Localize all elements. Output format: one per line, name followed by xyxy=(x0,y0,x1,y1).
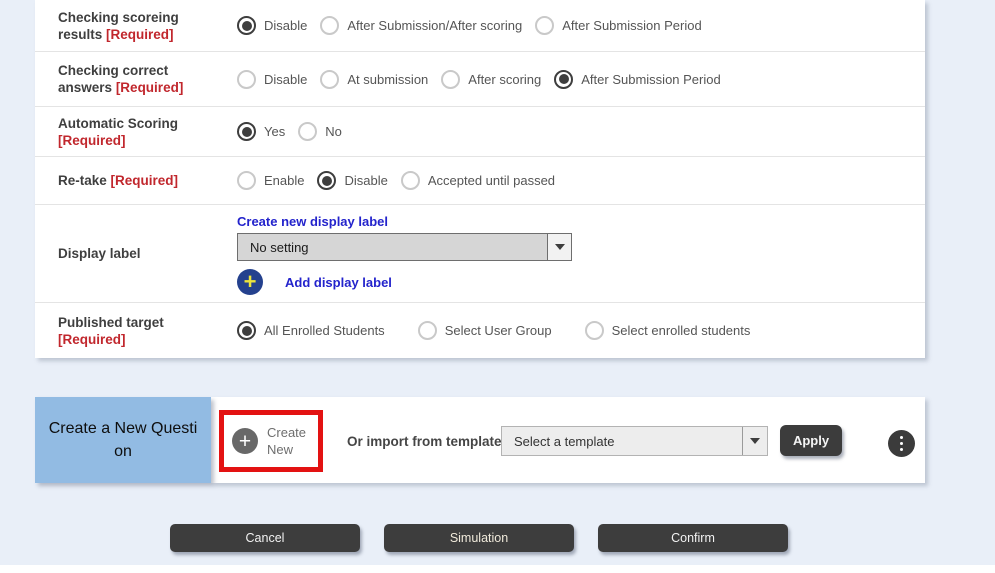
template-dropdown-arrow-button[interactable] xyxy=(742,427,767,455)
settings-form-panel: Checking scoreing results [Required] Dis… xyxy=(35,0,925,358)
simulation-button[interactable]: Simulation xyxy=(384,524,574,552)
radio-label: Select enrolled students xyxy=(612,323,751,338)
radio-option[interactable]: After Submission Period xyxy=(535,16,701,35)
radio-option[interactable]: No xyxy=(298,122,342,141)
radio-option[interactable]: After Submission Period xyxy=(554,70,720,89)
row-label: Display label xyxy=(35,205,237,302)
field-label: Re-take xyxy=(58,173,107,188)
add-display-label-button[interactable]: Add display label xyxy=(285,275,392,290)
bottom-white-strip xyxy=(0,565,995,573)
radio-option[interactable]: Disable xyxy=(237,70,307,89)
row-display-label: Display label Create new display label N… xyxy=(35,205,925,303)
radio-label: Yes xyxy=(264,124,285,139)
create-new-highlight-box: + Create New xyxy=(219,410,323,472)
radio-selected-icon xyxy=(554,70,573,89)
radio-label: After Submission Period xyxy=(562,18,701,33)
row-label: Published target [Required] xyxy=(35,303,237,358)
radio-option[interactable]: Disable xyxy=(317,171,387,190)
radio-label: All Enrolled Students xyxy=(264,323,385,338)
row-retake: Re-take [Required] Enable Disable Accept… xyxy=(35,157,925,205)
radio-option[interactable]: Enable xyxy=(237,171,304,190)
radio-icon xyxy=(320,16,339,35)
radio-label: Disable xyxy=(264,72,307,87)
radio-option[interactable]: At submission xyxy=(320,70,428,89)
radio-option[interactable]: Accepted until passed xyxy=(401,171,555,190)
row-published-target: Published target [Required] All Enrolled… xyxy=(35,303,925,358)
radio-label: At submission xyxy=(347,72,428,87)
required-badge: [Required] xyxy=(116,80,184,95)
template-dropdown-value: Select a template xyxy=(502,427,742,455)
add-plus-icon[interactable]: + xyxy=(237,269,263,295)
required-badge: [Required] xyxy=(111,173,179,188)
radio-icon xyxy=(298,122,317,141)
radio-option[interactable]: Disable xyxy=(237,16,307,35)
radio-selected-icon xyxy=(237,16,256,35)
create-new-display-label-link[interactable]: Create new display label xyxy=(237,214,388,229)
radio-option[interactable]: After scoring xyxy=(441,70,541,89)
radio-option[interactable]: After Submission/After scoring xyxy=(320,16,522,35)
template-dropdown[interactable]: Select a template xyxy=(501,426,768,456)
or-import-label: Or import from template xyxy=(347,434,502,449)
field-label: Automatic Scoring xyxy=(58,116,178,131)
radio-label: Accepted until passed xyxy=(428,173,555,188)
create-new-plus-icon: + xyxy=(232,428,258,454)
radio-option[interactable]: Yes xyxy=(237,122,285,141)
radio-label: After Submission/After scoring xyxy=(347,18,522,33)
apply-button[interactable]: Apply xyxy=(780,425,842,456)
radio-option[interactable]: All Enrolled Students xyxy=(237,321,385,340)
radio-icon xyxy=(585,321,604,340)
add-display-label-row: + Add display label xyxy=(237,269,925,295)
required-badge: [Required] xyxy=(58,133,126,148)
row-label: Checking scoreing results [Required] xyxy=(35,0,237,51)
create-question-section: Create a New Question + Create New Or im… xyxy=(35,397,925,483)
radio-icon xyxy=(237,70,256,89)
radio-label: Enable xyxy=(264,173,304,188)
radio-label: After scoring xyxy=(468,72,541,87)
radio-option[interactable]: Select enrolled students xyxy=(585,321,751,340)
radio-group-scoring-results: Disable After Submission/After scoring A… xyxy=(237,0,925,51)
row-checking-correct-answers: Checking correct answers [Required] Disa… xyxy=(35,52,925,107)
row-label: Checking correct answers [Required] xyxy=(35,52,237,106)
radio-group-retake: Enable Disable Accepted until passed xyxy=(237,157,925,204)
row-checking-scoring-results: Checking scoreing results [Required] Dis… xyxy=(35,0,925,52)
display-label-controls: Create new display label No setting + Ad… xyxy=(237,205,925,302)
dropdown-arrow-button[interactable] xyxy=(547,234,571,260)
create-new-label: Create New xyxy=(267,424,306,458)
radio-label: After Submission Period xyxy=(581,72,720,87)
radio-icon xyxy=(418,321,437,340)
radio-label: Disable xyxy=(344,173,387,188)
radio-selected-icon xyxy=(237,321,256,340)
row-label: Re-take [Required] xyxy=(35,157,237,204)
radio-icon xyxy=(535,16,554,35)
confirm-button[interactable]: Confirm xyxy=(598,524,788,552)
radio-icon xyxy=(320,70,339,89)
create-new-button[interactable]: + Create New xyxy=(224,424,306,458)
radio-group-published-target: All Enrolled Students Select User Group … xyxy=(237,303,925,358)
radio-label: Select User Group xyxy=(445,323,552,338)
field-label: Display label xyxy=(58,246,141,261)
radio-option[interactable]: Select User Group xyxy=(418,321,552,340)
radio-label: No xyxy=(325,124,342,139)
row-label: Automatic Scoring [Required] xyxy=(35,107,237,156)
radio-selected-icon xyxy=(317,171,336,190)
chevron-down-icon xyxy=(555,244,565,250)
cancel-button[interactable]: Cancel xyxy=(170,524,360,552)
dropdown-selected-value: No setting xyxy=(238,234,547,260)
radio-selected-icon xyxy=(237,122,256,141)
display-label-dropdown[interactable]: No setting xyxy=(237,233,572,261)
chevron-down-icon xyxy=(750,438,760,444)
field-label: Published target xyxy=(58,315,164,330)
required-badge: [Required] xyxy=(106,27,174,42)
required-badge: [Required] xyxy=(58,332,126,347)
radio-group-automatic-scoring: Yes No xyxy=(237,107,925,156)
radio-icon xyxy=(441,70,460,89)
row-automatic-scoring: Automatic Scoring [Required] Yes No xyxy=(35,107,925,157)
radio-icon xyxy=(237,171,256,190)
more-options-kebab-icon[interactable] xyxy=(888,430,915,457)
radio-group-correct-answers: Disable At submission After scoring Afte… xyxy=(237,52,925,106)
create-question-heading: Create a New Question xyxy=(35,397,211,483)
radio-icon xyxy=(401,171,420,190)
radio-label: Disable xyxy=(264,18,307,33)
